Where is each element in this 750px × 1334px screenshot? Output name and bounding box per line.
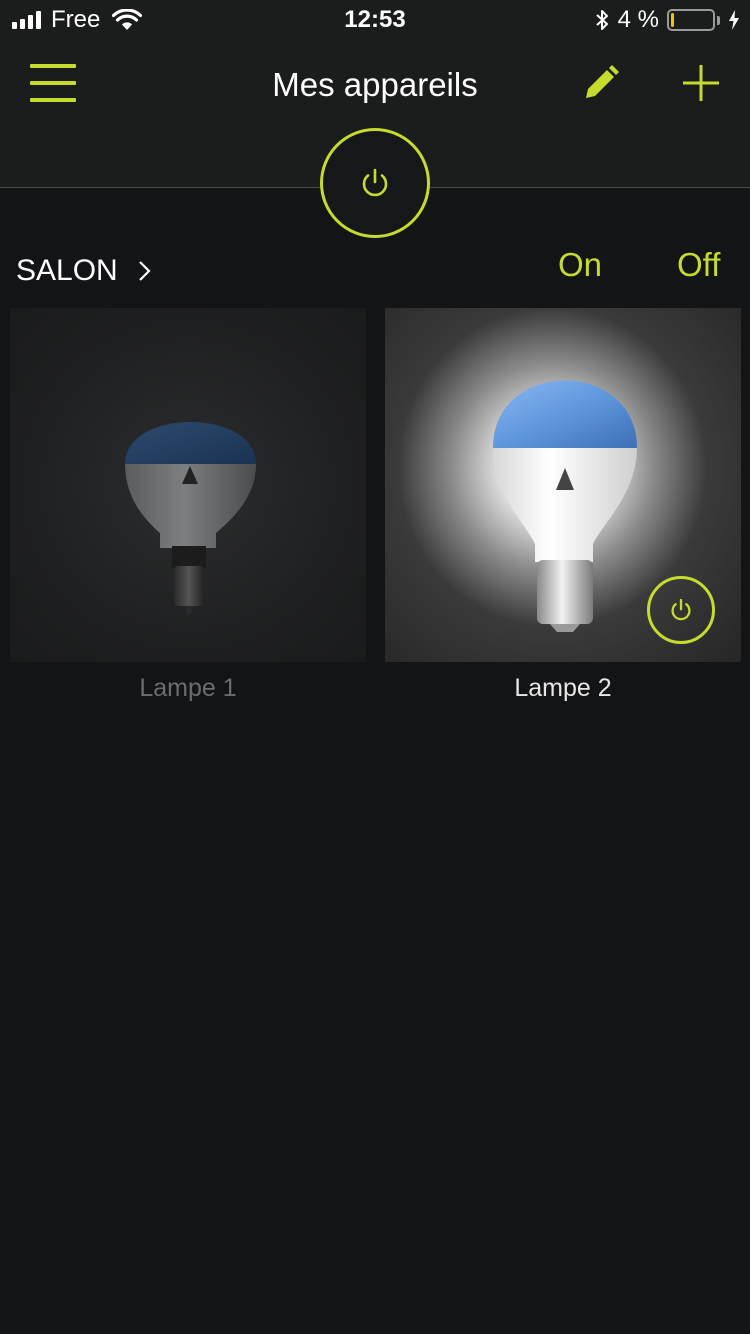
power-icon: [671, 598, 691, 621]
device-name-lampe-2: Lampe 2: [514, 674, 612, 702]
battery-percentage: 4 %: [617, 6, 659, 33]
page-title: Mes appareils: [272, 66, 478, 103]
battery-icon: [667, 9, 715, 31]
bluetooth-icon: [595, 10, 608, 30]
status-right: 4 %: [594, 6, 740, 34]
battery-nub: [717, 15, 720, 25]
room-name: SALON: [16, 254, 118, 287]
edit-button[interactable]: [578, 62, 622, 106]
master-power-button[interactable]: [320, 128, 430, 238]
device-power-button-lampe-2[interactable]: [647, 576, 715, 644]
status-bar: Free 12:53 4 %: [0, 0, 750, 40]
device-card-lampe-1[interactable]: [10, 308, 366, 662]
plus-icon: [683, 65, 719, 101]
power-icon: [362, 168, 388, 197]
room-on-button[interactable]: On: [558, 246, 602, 284]
room-off-button[interactable]: Off: [677, 246, 720, 284]
charging-bolt-icon: [729, 10, 739, 30]
add-button[interactable]: [680, 62, 722, 104]
bulb-image-off: [125, 422, 256, 614]
battery-fill: [671, 13, 674, 27]
device-card-lampe-2[interactable]: [385, 308, 741, 662]
room-header[interactable]: SALON: [16, 254, 152, 288]
device-name-lampe-1: Lampe 1: [139, 674, 237, 702]
pencil-icon: [586, 65, 619, 98]
chevron-right-icon: [138, 261, 151, 281]
